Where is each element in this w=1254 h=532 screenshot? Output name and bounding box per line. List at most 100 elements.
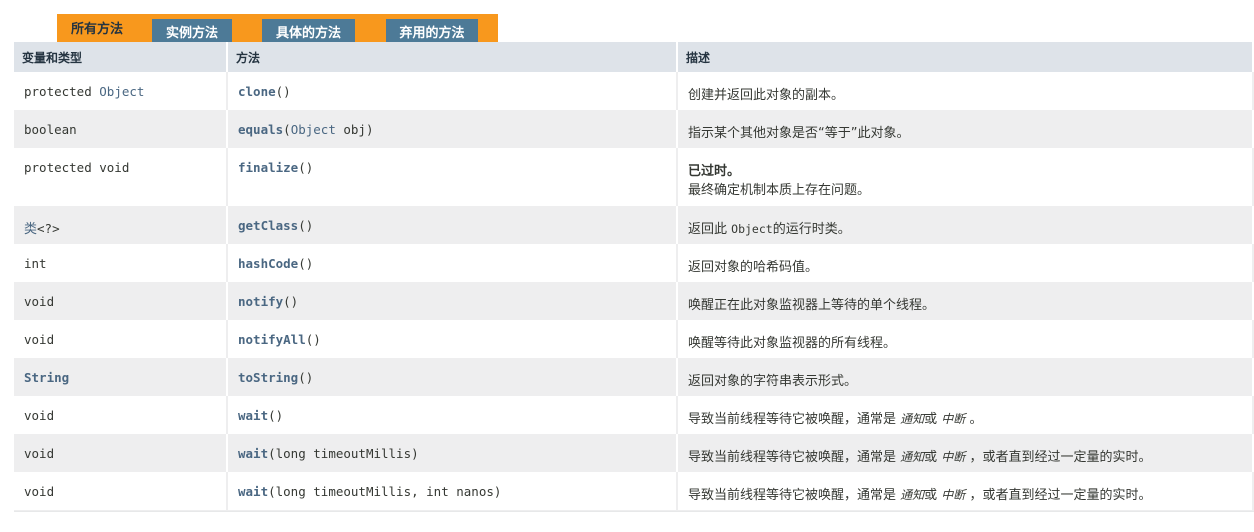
desc-emphasis: 中断 [941, 450, 966, 464]
table-row: String toString() 返回对象的字符串表示形式。 [14, 358, 1254, 396]
desc-text: 或 [924, 450, 942, 465]
desc-text: 或 [924, 488, 942, 503]
desc-emphasis: 通知 [900, 450, 925, 464]
type-cell: void [14, 282, 228, 320]
desc-cell: 唤醒正在此对象监视器上等待的单个线程。 [678, 282, 1254, 320]
type-cell: void [14, 320, 228, 358]
desc-cell: 返回对象的哈希码值。 [678, 244, 1254, 282]
deprecated-label: 已过时。 [688, 164, 741, 179]
params-text: (long timeoutMillis, int nanos) [268, 484, 502, 499]
type-link[interactable]: Object [99, 84, 144, 99]
method-cell: hashCode() [228, 244, 678, 282]
desc-text: ，或者直到经过一定量的实时。 [965, 488, 1152, 503]
type-generic: <?> [37, 221, 60, 236]
desc-cell: 导致当前线程等待它被唤醒，通常是 通知或 中断 。 [678, 396, 1254, 434]
desc-text: 的运行时类。 [772, 222, 851, 237]
desc-emphasis: 中断 [941, 488, 966, 502]
desc-text: 。 [965, 412, 983, 427]
desc-cell: 指示某个其他对象是否“等于”此对象。 [678, 110, 1254, 148]
method-link[interactable]: equals [238, 122, 283, 137]
table-row: 类<?> getClass() 返回此 Object的运行时类。 [14, 206, 1254, 244]
col-header-type: 变量和类型 [14, 42, 228, 72]
method-link[interactable]: notify [238, 294, 283, 309]
desc-cell: 返回对象的字符串表示形式。 [678, 358, 1254, 396]
desc-text: ，或者直到经过一定量的实时。 [965, 450, 1152, 465]
method-cell: equals(Object obj) [228, 110, 678, 148]
tab-deprecated-methods[interactable]: 弃用的方法 [386, 19, 478, 42]
method-link[interactable]: clone [238, 84, 276, 99]
params-text: () [275, 84, 291, 99]
params-text: () [298, 256, 314, 271]
method-cell: notify() [228, 282, 678, 320]
table-row: protected void finalize() 已过时。最终确定机制本质上存… [14, 148, 1254, 206]
table-row: void wait(long timeoutMillis, int nanos)… [14, 472, 1254, 510]
type-cell: void [14, 396, 228, 434]
desc-text: 或 [924, 412, 942, 427]
table-row: void wait(long timeoutMillis) 导致当前线程等待它被… [14, 434, 1254, 472]
desc-cell: 创建并返回此对象的副本。 [678, 72, 1254, 110]
params-text: ( [283, 122, 291, 137]
table-header-row: 变量和类型 方法 描述 [14, 42, 1254, 72]
col-header-desc: 描述 [678, 42, 1254, 72]
desc-text: 最终确定机制本质上存在问题。 [688, 183, 871, 198]
tab-concrete-methods[interactable]: 具体的方法 [262, 19, 355, 42]
type-cell: 类<?> [14, 206, 228, 244]
params-text: () [283, 294, 299, 309]
desc-cell: 唤醒等待此对象监视器的所有线程。 [678, 320, 1254, 358]
desc-code: Object [731, 222, 773, 236]
method-cell: wait() [228, 396, 678, 434]
method-cell: notifyAll() [228, 320, 678, 358]
desc-text: 导致当前线程等待它被唤醒，通常是 [688, 412, 901, 427]
desc-text: 返回此 [688, 222, 732, 237]
method-cell: finalize() [228, 148, 678, 206]
modifier-text: protected [24, 84, 100, 99]
table-row: void wait() 导致当前线程等待它被唤醒，通常是 通知或 中断 。 [14, 396, 1254, 434]
type-cell: void [14, 434, 228, 472]
type-cell: boolean [14, 110, 228, 148]
params-text: () [305, 332, 321, 347]
col-header-method: 方法 [228, 42, 678, 72]
method-cell: wait(long timeoutMillis) [228, 434, 678, 472]
desc-text: 导致当前线程等待它被唤醒，通常是 [688, 488, 901, 503]
method-cell: wait(long timeoutMillis, int nanos) [228, 472, 678, 510]
desc-cell: 导致当前线程等待它被唤醒，通常是 通知或 中断 ，或者直到经过一定量的实时。 [678, 434, 1254, 472]
params-text: obj) [335, 122, 374, 137]
type-link[interactable]: 类 [24, 222, 37, 237]
desc-emphasis: 通知 [900, 412, 925, 426]
type-cell: int [14, 244, 228, 282]
param-type-link[interactable]: Object [291, 122, 336, 137]
method-link[interactable]: notifyAll [238, 332, 306, 347]
params-text: () [268, 408, 284, 423]
method-link[interactable]: hashCode [238, 256, 298, 271]
params-text: (long timeoutMillis) [268, 446, 419, 461]
table-row: protected Object clone() 创建并返回此对象的副本。 [14, 72, 1254, 110]
desc-text: 导致当前线程等待它被唤醒，通常是 [688, 450, 901, 465]
tab-all-methods[interactable]: 所有方法 [57, 14, 137, 37]
table-row: void notify() 唤醒正在此对象监视器上等待的单个线程。 [14, 282, 1254, 320]
type-cell: void [14, 472, 228, 510]
table-bottom-border [14, 511, 1254, 532]
tab-instance-methods[interactable]: 实例方法 [152, 19, 232, 42]
method-summary-table: 变量和类型 方法 描述 protected Object clone() 创建并… [14, 42, 1254, 511]
method-link[interactable]: wait [238, 408, 268, 423]
method-link[interactable]: wait [238, 484, 268, 499]
desc-cell: 导致当前线程等待它被唤醒，通常是 通知或 中断 ，或者直到经过一定量的实时。 [678, 472, 1254, 510]
method-cell: getClass() [228, 206, 678, 244]
table-row: boolean equals(Object obj) 指示某个其他对象是否“等于… [14, 110, 1254, 148]
type-cell: protected Object [14, 72, 228, 110]
type-link[interactable]: String [24, 370, 69, 385]
method-cell: toString() [228, 358, 678, 396]
method-link[interactable]: finalize [238, 160, 298, 175]
type-cell: protected void [14, 148, 228, 206]
table-row: int hashCode() 返回对象的哈希码值。 [14, 244, 1254, 282]
params-text: () [298, 218, 314, 233]
desc-cell: 返回此 Object的运行时类。 [678, 206, 1254, 244]
method-link[interactable]: toString [238, 370, 298, 385]
type-cell: String [14, 358, 228, 396]
method-link[interactable]: getClass [238, 218, 298, 233]
table-row: void notifyAll() 唤醒等待此对象监视器的所有线程。 [14, 320, 1254, 358]
params-text: () [298, 160, 314, 175]
method-link[interactable]: wait [238, 446, 268, 461]
method-tabs: 所有方法 实例方法 具体的方法 弃用的方法 [57, 14, 498, 42]
desc-cell: 已过时。最终确定机制本质上存在问题。 [678, 148, 1254, 206]
